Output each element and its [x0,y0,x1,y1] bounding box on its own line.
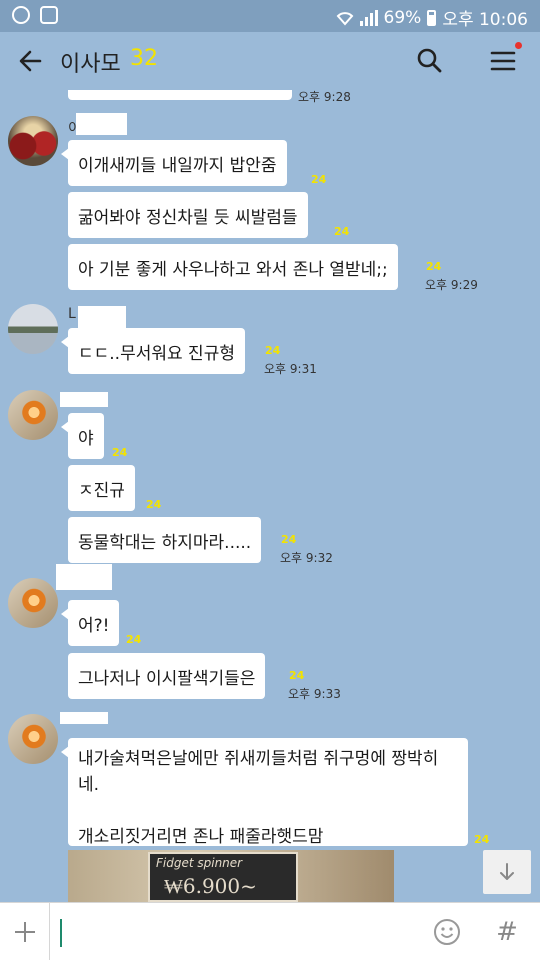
message-text: 굶어봐야 정신차릴 듯 씨발럼들 [78,207,298,228]
member-count: 32 [130,46,158,71]
unread-count: 24 [126,633,142,646]
sender-name-initial: L [68,306,76,322]
message-bubble[interactable]: ㄷㄷ..무서워요 진규형 [61,328,245,374]
message-bubble[interactable]: 굶어봐야 정신차릴 듯 씨발럼들 [68,192,308,238]
message-text: ㄷㄷ..무서워요 진규형 [78,343,235,364]
notification-dot [515,42,522,49]
unread-count: 24 [474,833,490,846]
hashtag-search-button[interactable]: # [490,913,524,951]
menu-icon[interactable] [486,44,520,78]
app-notification-icon [12,6,30,24]
status-bar: 69% 오후 10:06 [0,0,540,32]
message-bubble[interactable]: ㅈ진규 [68,465,135,511]
message-list[interactable]: 오후 9:28 이 이개새끼들 내일까지 밥안줌 24 굶어봐야 정신차릴 듯 … [0,90,540,902]
sender-name-redacted [76,113,127,135]
unread-count: 24 [146,498,162,511]
message-time: 오후 9:28 [298,90,351,104]
message-text: 이개새끼들 내일까지 밥안줌 [78,155,277,176]
message-input-bar: # [0,902,540,960]
message-text: 그나저나 이시팔색기들은 [78,668,256,689]
photo-price-sign: Fidget spinner ₩6.900~ [148,852,298,902]
message-bubble[interactable] [68,90,292,100]
message-time: 오후 9:31 [264,362,317,376]
message-text: 동물학대는 하지마라..... [78,532,252,553]
plus-icon [14,922,35,942]
chat-header: 이사모 32 [0,32,540,90]
message-text: 어?! [78,615,110,636]
message-input[interactable] [58,913,418,951]
message-bubble[interactable]: 그나저나 이시팔색기들은 [68,653,266,699]
photo-sign-text: Fidget spinner [156,856,243,870]
signal-icon [359,9,378,26]
sender-avatar[interactable] [8,390,58,440]
unread-count: 24 [112,446,128,459]
message-bubble[interactable]: 어?! [60,600,120,646]
unread-count: 24 [334,225,350,238]
back-arrow-icon[interactable] [14,44,48,78]
emoticon-icon[interactable] [432,917,462,947]
photo-message[interactable]: Fidget spinner ₩6.900~ [68,850,394,902]
message-bubble[interactable]: 아 기분 좋게 사우나하고 와서 존나 열받네;; [68,244,398,290]
message-bubble[interactable]: 동물학대는 하지마라..... [68,517,262,563]
sender-avatar[interactable] [8,714,58,764]
sender-name-redacted [78,306,126,328]
sender-avatar[interactable] [8,304,58,354]
message-text: ㅈ진규 [78,480,125,501]
message-time: 오후 9:33 [288,687,341,701]
chat-title: 이사모 [60,52,121,77]
sender-name-redacted [56,564,112,590]
unread-count: 24 [289,669,305,682]
sender-avatar[interactable] [8,578,58,628]
scroll-to-bottom-button[interactable] [483,850,531,894]
message-bubble[interactable]: 내가술쳐먹은날에만 쥐새끼들처럼 쥐구멍에 짱박히네. 개소리짓거리면 존나 패… [61,738,468,847]
arrow-down-icon [500,863,514,880]
battery-percent: 69% [383,7,422,28]
unread-count: 24 [265,344,281,357]
text-cursor [60,919,62,947]
message-text: 내가술쳐먹은날에만 쥐새끼들처럼 쥐구멍에 짱박히네. 개소리짓거리면 존나 패… [78,749,439,847]
message-text: 야 [78,428,94,449]
unread-count: 24 [426,260,442,273]
clock: 오후 10:06 [442,10,528,30]
message-text: 아 기분 좋게 사우나하고 와서 존나 열받네;; [78,259,388,280]
gallery-notification-icon [40,6,58,24]
message-time: 오후 9:32 [280,551,333,565]
search-icon[interactable] [413,44,447,78]
unread-count: 24 [311,173,327,186]
unread-count: 24 [281,533,297,546]
wifi-icon [336,11,353,26]
message-bubble[interactable]: 이개새끼들 내일까지 밥안줌 [61,140,287,186]
sender-avatar[interactable] [8,116,58,166]
sender-name-redacted [60,392,108,407]
message-bubble[interactable]: 야 [61,413,104,459]
attach-button[interactable] [0,903,50,960]
battery-icon [427,9,437,26]
photo-price-text: ₩6.900~ [164,874,257,898]
message-time: 오후 9:29 [425,278,478,292]
sender-name-redacted [60,712,108,724]
